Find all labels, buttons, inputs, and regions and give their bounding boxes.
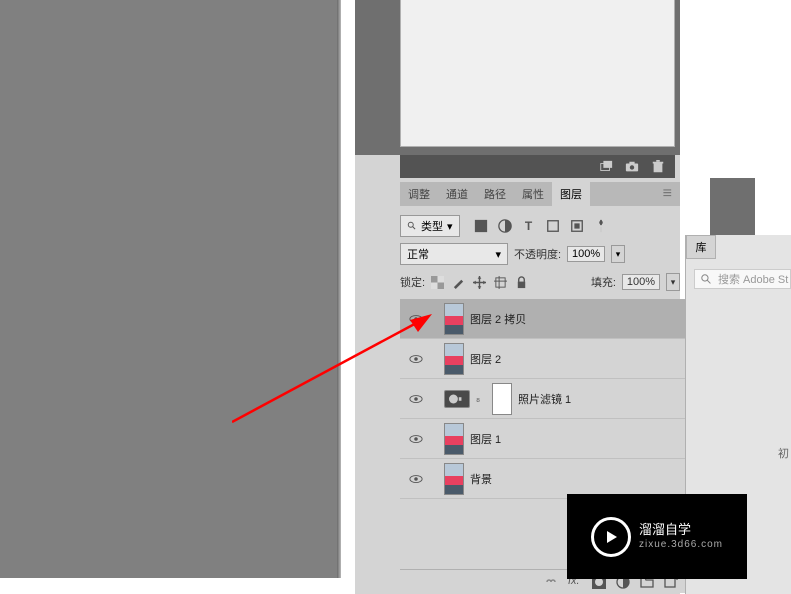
panel-menu-icon[interactable]: ≡ bbox=[655, 181, 680, 207]
filter-smartobject-icon[interactable] bbox=[570, 219, 584, 233]
eye-icon bbox=[409, 314, 423, 324]
search-icon bbox=[701, 274, 712, 285]
library-status: 初 bbox=[778, 445, 789, 461]
panel-tabs: 调整 通道 路径 属性 图层 ≡ bbox=[400, 182, 680, 206]
camera-icon[interactable] bbox=[625, 160, 639, 174]
watermark-text: 溜溜自学 zixue.3d66.com bbox=[639, 522, 723, 552]
layer-thumbnail[interactable] bbox=[444, 343, 464, 375]
search-icon bbox=[407, 221, 417, 231]
visibility-toggle[interactable] bbox=[408, 354, 424, 364]
watermark-logo bbox=[591, 517, 631, 557]
layer-thumbnail[interactable] bbox=[444, 423, 464, 455]
blend-mode-value: 正常 bbox=[407, 246, 429, 262]
tab-library[interactable]: 库 bbox=[686, 235, 716, 259]
lock-transparency-icon[interactable] bbox=[431, 276, 444, 289]
lock-label: 锁定: bbox=[400, 274, 425, 290]
chevron-down-icon: ▾ bbox=[447, 220, 453, 233]
tab-adjust[interactable]: 调整 bbox=[400, 182, 438, 206]
tab-layers[interactable]: 图层 bbox=[552, 182, 590, 206]
lock-all-icon[interactable] bbox=[515, 276, 528, 289]
filter-type-label: 类型 bbox=[421, 218, 443, 234]
search-placeholder: 搜索 Adobe St bbox=[718, 271, 788, 287]
fill-value[interactable]: 100% bbox=[622, 274, 660, 290]
opacity-label: 不透明度: bbox=[514, 246, 561, 262]
lock-position-icon[interactable] bbox=[473, 276, 486, 289]
lock-paint-icon[interactable] bbox=[452, 276, 465, 289]
tab-channels[interactable]: 通道 bbox=[438, 182, 476, 206]
upper-panel-toolbar bbox=[400, 155, 675, 178]
library-search[interactable]: 搜索 Adobe St bbox=[694, 269, 791, 289]
visibility-toggle[interactable] bbox=[408, 474, 424, 484]
chevron-down-icon: ▾ bbox=[616, 249, 621, 260]
eye-icon bbox=[409, 474, 423, 484]
filter-adjustment-icon[interactable] bbox=[498, 219, 512, 233]
opacity-dropdown[interactable]: ▾ bbox=[611, 245, 625, 263]
visibility-toggle[interactable] bbox=[408, 434, 424, 444]
upper-panel-area bbox=[400, 0, 675, 147]
eye-icon bbox=[409, 354, 423, 364]
chevron-down-icon: ▾ bbox=[671, 277, 676, 288]
fill-dropdown[interactable]: ▾ bbox=[666, 273, 680, 291]
layers-list: 图层 2 拷贝 图层 2 ₈ 照片滤镜 1 图层 1 背景 bbox=[400, 299, 712, 499]
layer-item[interactable]: 图层 1 bbox=[400, 419, 712, 459]
layer-thumbnail[interactable] bbox=[444, 303, 464, 335]
layer-name: 图层 2 拷贝 bbox=[470, 311, 526, 327]
filter-icons: T bbox=[474, 219, 608, 233]
chevron-down-icon: ▾ bbox=[495, 248, 501, 261]
play-icon bbox=[603, 529, 619, 545]
new-adjustment-icon[interactable] bbox=[599, 160, 613, 174]
layer-item[interactable]: 图层 2 bbox=[400, 339, 712, 379]
lock-icons bbox=[431, 276, 528, 289]
lock-row: 锁定: 填充: 100% ▾ bbox=[400, 270, 680, 294]
lock-artboard-icon[interactable] bbox=[494, 276, 507, 289]
layer-filter-row: 类型 ▾ T bbox=[400, 215, 680, 237]
layer-name: 图层 1 bbox=[470, 431, 501, 447]
tab-paths[interactable]: 路径 bbox=[476, 182, 514, 206]
link-icon: ₈ bbox=[476, 393, 486, 404]
watermark-title: 溜溜自学 bbox=[639, 522, 723, 539]
blend-mode-select[interactable]: 正常 ▾ bbox=[400, 243, 508, 265]
mask-thumbnail[interactable] bbox=[492, 383, 512, 415]
trash-icon[interactable] bbox=[651, 160, 665, 174]
filter-text-icon[interactable]: T bbox=[522, 219, 536, 233]
layer-item[interactable]: ₈ 照片滤镜 1 bbox=[400, 379, 712, 419]
watermark-sub: zixue.3d66.com bbox=[639, 538, 723, 551]
blend-mode-row: 正常 ▾ 不透明度: 100% ▾ bbox=[400, 242, 680, 266]
layer-name: 背景 bbox=[470, 471, 492, 487]
visibility-toggle[interactable] bbox=[408, 314, 424, 324]
visibility-toggle[interactable] bbox=[408, 394, 424, 404]
eye-icon bbox=[409, 394, 423, 404]
layer-item[interactable]: 图层 2 拷贝 bbox=[400, 299, 712, 339]
layer-item[interactable]: 背景 bbox=[400, 459, 712, 499]
layer-name: 照片滤镜 1 bbox=[518, 391, 571, 407]
canvas-bottom-gap bbox=[0, 578, 341, 594]
filter-toggle-icon[interactable] bbox=[594, 219, 608, 233]
opacity-value[interactable]: 100% bbox=[567, 246, 605, 262]
tab-properties[interactable]: 属性 bbox=[514, 182, 552, 206]
filter-type-select[interactable]: 类型 ▾ bbox=[400, 215, 460, 237]
eye-icon bbox=[409, 434, 423, 444]
link-layers-icon[interactable] bbox=[544, 575, 558, 589]
fill-label: 填充: bbox=[591, 274, 616, 290]
layer-name: 图层 2 bbox=[470, 351, 501, 367]
adjustment-thumbnail[interactable] bbox=[444, 390, 470, 408]
canvas-area[interactable] bbox=[0, 0, 341, 578]
layer-thumbnail[interactable] bbox=[444, 463, 464, 495]
filter-shape-icon[interactable] bbox=[546, 219, 560, 233]
filter-pixel-icon[interactable] bbox=[474, 219, 488, 233]
watermark: 溜溜自学 zixue.3d66.com bbox=[567, 494, 747, 579]
